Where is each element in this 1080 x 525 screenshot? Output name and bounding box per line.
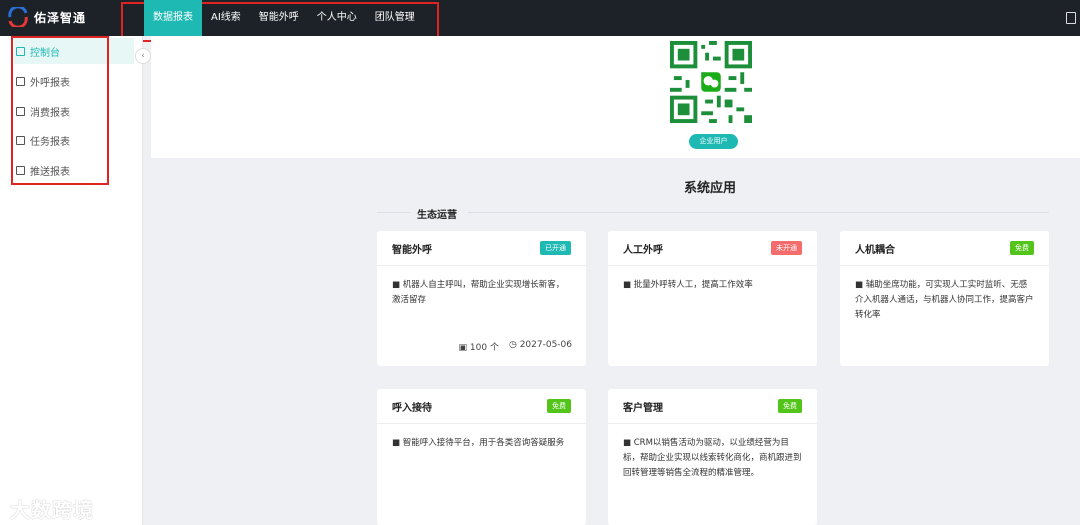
brand-logo[interactable]: 佑泽智通 <box>8 7 86 27</box>
status-badge: 免费 <box>1010 241 1034 255</box>
section-divider <box>377 212 1049 213</box>
top-navigation-bar: 佑泽智通 数据报表 AI线索 智能外呼 个人中心 团队管理 <box>0 0 1080 42</box>
qr-code-icon <box>670 41 752 123</box>
nav-item-smart-call[interactable]: 智能外呼 <box>250 0 308 36</box>
status-badge: 免费 <box>547 399 571 413</box>
robot-icon: ▣ <box>458 343 468 353</box>
nav-item-personal-center[interactable]: 个人中心 <box>308 0 366 36</box>
watermark: 大数跨境 <box>10 498 94 522</box>
card-title: 智能外呼 <box>392 244 432 256</box>
nav-item-data-report[interactable]: 数据报表 <box>144 0 202 36</box>
expiry-date: 2027-05-06 <box>519 340 572 350</box>
card-title: 客户管理 <box>623 402 663 414</box>
app-card-smart-call[interactable]: 智能外呼 已开通 ■ 机器人自主呼叫，帮助企业实现增长新客，激活留存 ▣ 100… <box>377 231 586 366</box>
card-description: ■ 辅助坐席功能，可实现人工实时监听、无感介入机器人通话，与机器人协同工作，提高… <box>855 280 1034 320</box>
card-description: ■ 机器人自主呼叫，帮助企业实现增长新客，激活留存 <box>392 280 565 305</box>
nav-item-team-management[interactable]: 团队管理 <box>366 0 424 36</box>
main-nav: 数据报表 AI线索 智能外呼 个人中心 团队管理 <box>144 0 424 36</box>
expiry-date-label: ◷ 2027-05-06 <box>509 340 572 353</box>
app-card-human-machine[interactable]: 人机耦合 免费 ■ 辅助坐席功能，可实现人工实时监听、无感介入机器人通话，与机器… <box>840 231 1049 366</box>
wechat-qr-code <box>655 36 765 131</box>
card-title: 人机耦合 <box>855 244 895 256</box>
status-badge: 已开通 <box>540 241 571 255</box>
status-badge: 免费 <box>778 399 802 413</box>
account-panel <box>151 36 1080 158</box>
clock-icon: ◷ <box>508 340 517 350</box>
card-description: ■ 智能呼入接待平台，用于各类咨询答疑服务 <box>392 438 565 448</box>
app-card-customer-management[interactable]: 客户管理 免费 ■ CRM以销售活动为驱动，以业绩经营为目标，帮助企业实现以线索… <box>608 389 817 525</box>
section-subtitle: 生态运营 <box>417 210 457 221</box>
card-title: 呼入接待 <box>392 402 432 414</box>
brand-logo-icon <box>8 7 28 27</box>
card-title: 人工外呼 <box>623 244 663 256</box>
card-description: ■ CRM以销售活动为驱动，以业绩经营为目标，帮助企业实现以线索转化商化，商机跟… <box>623 438 802 478</box>
robot-count-label: ▣ 100 个 <box>459 340 499 353</box>
brand-name: 佑泽智通 <box>34 10 87 25</box>
sidebar-highlight-box <box>11 36 109 185</box>
section-title: 系统应用 <box>683 181 736 196</box>
document-icon[interactable] <box>1066 12 1076 24</box>
app-card-inbound-reception[interactable]: 呼入接待 免费 ■ 智能呼入接待平台，用于各类咨询答疑服务 <box>377 389 586 525</box>
nav-item-ai-leads[interactable]: AI线索 <box>202 0 250 36</box>
app-card-manual-call[interactable]: 人工外呼 未开通 ■ 批量外呼转人工，提高工作效率 <box>608 231 817 366</box>
account-type-badge: 企业用户 <box>689 134 738 149</box>
card-description: ■ 批量外呼转人工，提高工作效率 <box>623 280 753 290</box>
collapse-sidebar-button[interactable]: ‹ <box>135 48 151 64</box>
robot-count: 100 个 <box>469 343 499 353</box>
status-badge: 未开通 <box>771 241 802 255</box>
